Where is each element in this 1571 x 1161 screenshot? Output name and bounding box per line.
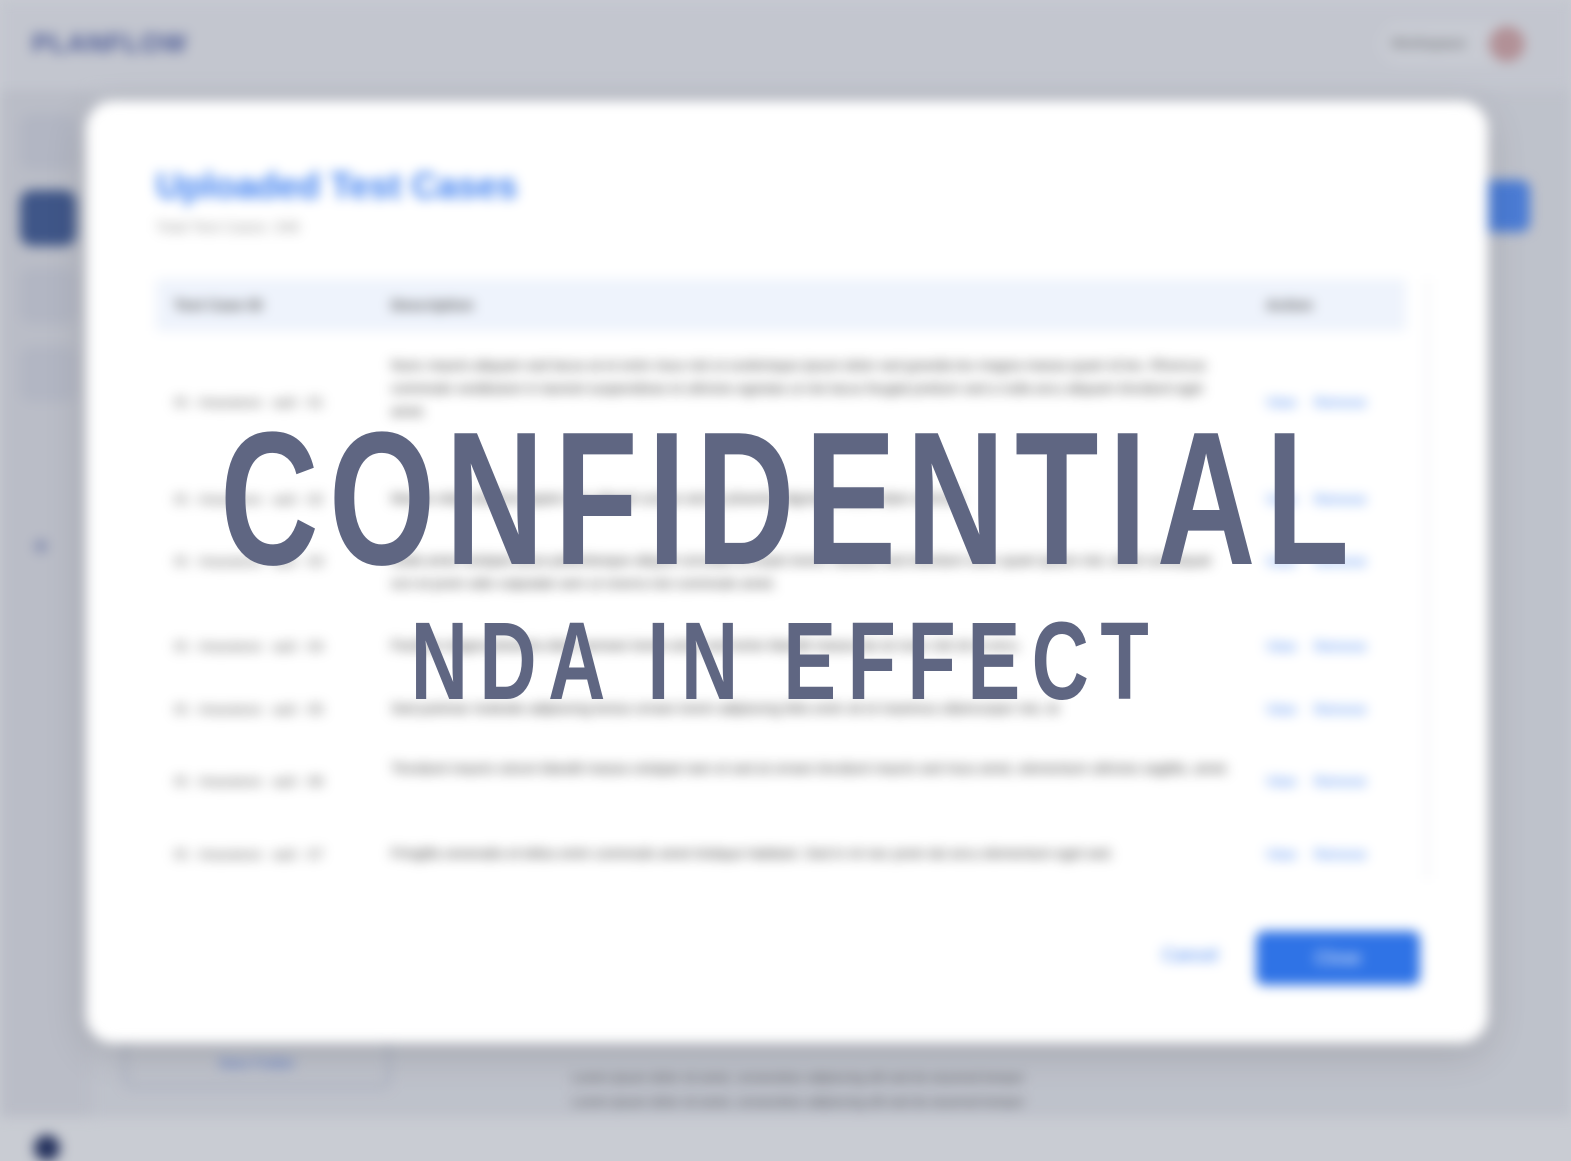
test-case-description: Tincidunt mauris rutrum blandit massa vo… (391, 760, 1230, 776)
settings-icon[interactable] (34, 1135, 60, 1161)
modal-title: Uploaded Test Cases (156, 165, 518, 206)
test-case-id: IS - Insurance - auli - 07 (174, 846, 324, 862)
remove-link[interactable]: Remove (1314, 773, 1366, 789)
test-case-id: IS - Insurance - auli - 06 (174, 773, 324, 789)
nda-watermark: NDA IN EFFECT (410, 600, 1161, 723)
table-header: Test Case ID Description Action (156, 279, 1406, 331)
column-header-action: Action (1266, 297, 1313, 314)
modal-subtitle: Total Test Cases: 348 (156, 219, 300, 236)
close-button[interactable]: Close (1256, 931, 1420, 985)
column-header-id: Test Case ID (174, 297, 263, 314)
row-actions: View Remove (1266, 846, 1384, 862)
confidential-watermark: CONFIDENTIAL (219, 393, 1360, 605)
view-link[interactable]: View (1266, 846, 1296, 862)
remove-link[interactable]: Remove (1314, 846, 1366, 862)
test-case-description: Fringilla venenatis et tellus enim commo… (391, 845, 1114, 861)
row-actions: View Remove (1266, 773, 1384, 789)
cancel-button[interactable]: Cancel (1156, 944, 1224, 967)
view-link[interactable]: View (1266, 773, 1296, 789)
column-header-description: Description (391, 297, 474, 314)
